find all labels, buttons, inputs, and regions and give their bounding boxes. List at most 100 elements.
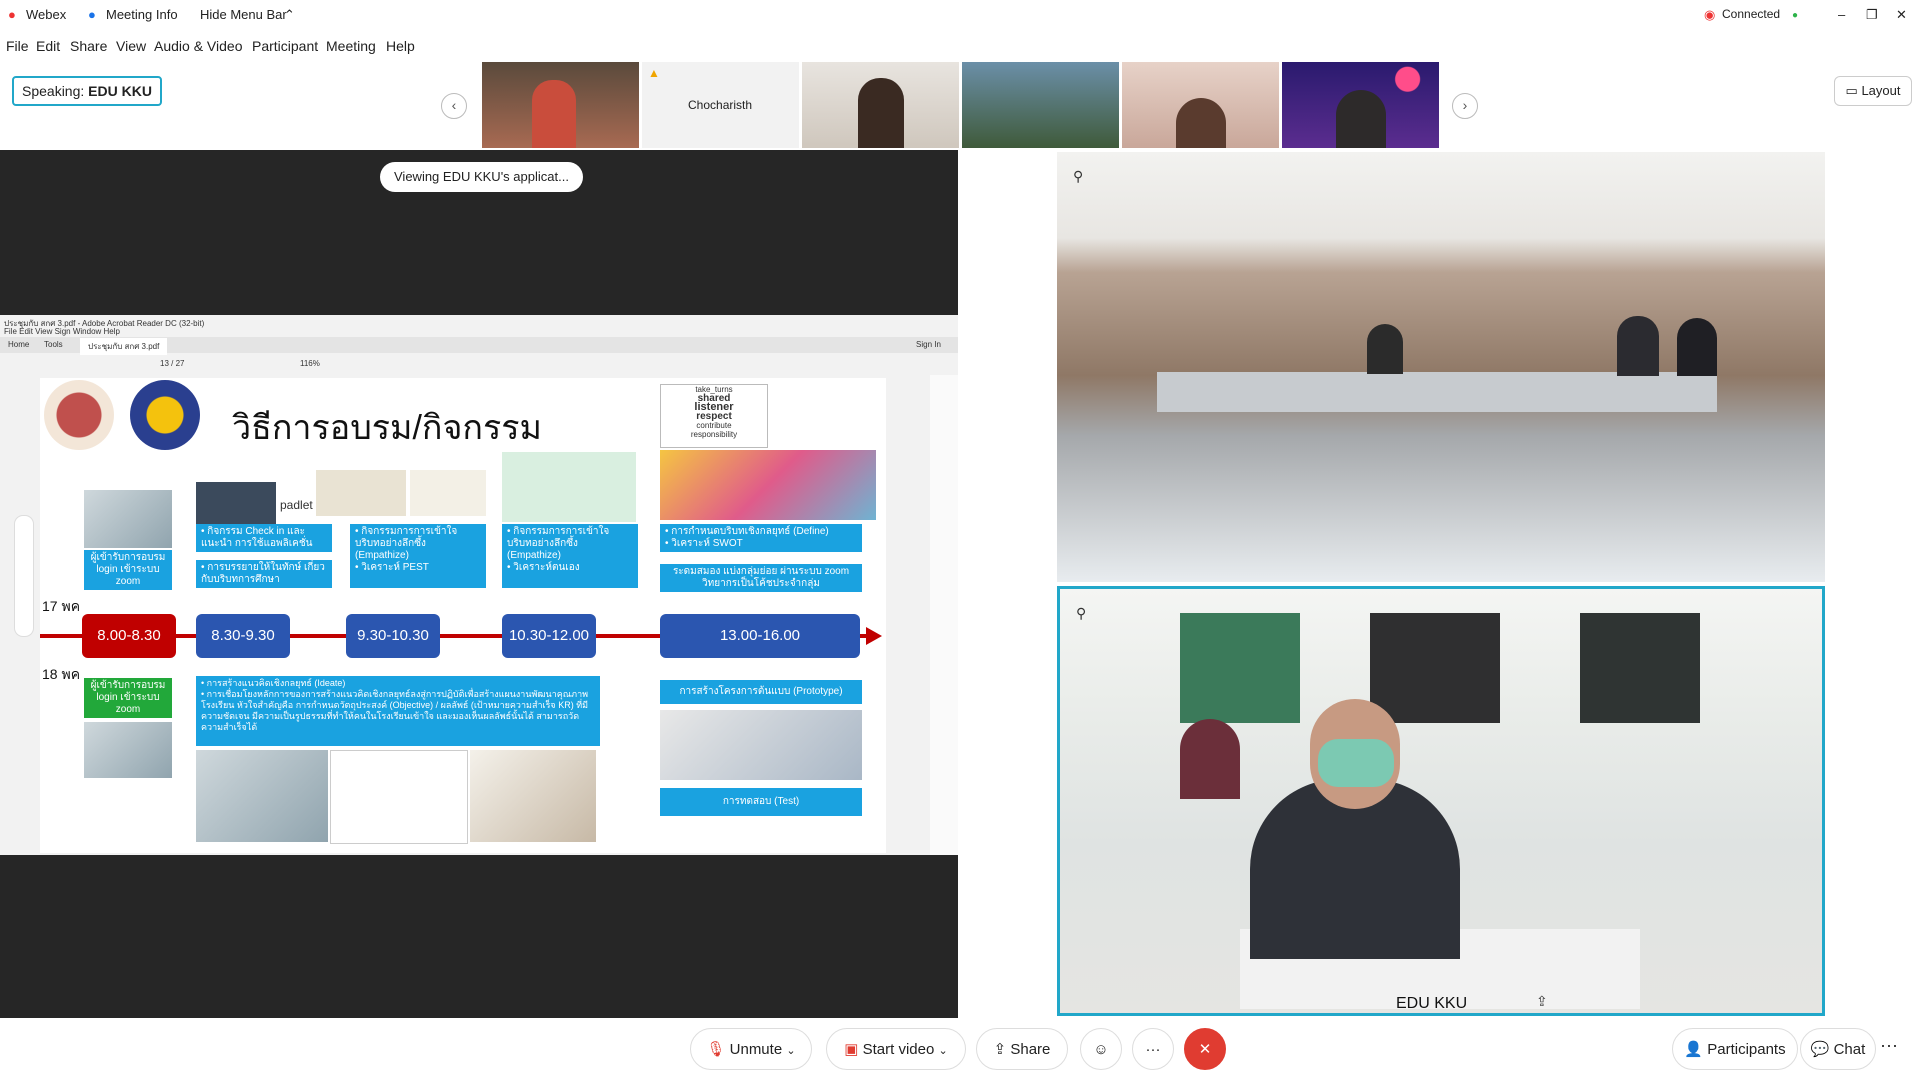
participant-thumbnail[interactable] [802,62,959,148]
day1-label: 17 พค [42,598,81,614]
connection-icon: ◉ [1704,7,1716,22]
acrobat-menu-item[interactable]: Window [73,327,101,336]
acrobat-tab-tools[interactable]: Tools [44,340,63,349]
empathize-pest-box: • กิจกรรมการการเข้าใจ บริบทอย่างลึกซึ้ง … [350,524,486,588]
acrobat-menu-item[interactable]: View [35,327,52,336]
acrobat-menu-item[interactable]: Help [104,327,120,336]
pin-icon[interactable]: ⚲ [1076,605,1086,622]
person-figure [1617,316,1659,376]
chevron-down-icon[interactable]: ⌄ [786,1045,795,1057]
acrobat-tab-home[interactable]: Home [8,340,29,349]
acrobat-menu-item[interactable]: Edit [19,327,33,336]
pin-icon[interactable]: ⚲ [1073,168,1083,185]
login-box-day1: ผู้เข้ารับการอบรม login เข้าระบบ zoom [84,550,172,590]
notes-image [502,452,636,522]
meeting-info-button[interactable]: Meeting Info [106,7,178,22]
council-logo [130,380,200,450]
speaker-name-label: EDU KKU [1396,995,1468,1012]
chevron-left-icon: ‹ [451,97,457,113]
acrobat-menu: File Edit View Sign Window Help [4,327,120,336]
participant-thumbnail[interactable] [962,62,1119,148]
padlet-logo: padlet [280,498,313,512]
participant-thumbnail-named[interactable]: ▲ Chocharisth [642,62,799,148]
page-indicator[interactable]: 13 / 27 [160,359,184,368]
layout-icon: ▭ [1845,83,1858,98]
define-swot-box: • การกำหนดบริบทเชิงกลยุทธ์ (Define) • วิ… [660,524,862,552]
menu-edit[interactable]: Edit [36,38,60,54]
close-icon: ✕ [1198,1041,1212,1058]
okr-table-image [330,750,468,844]
acrobat-sign-in[interactable]: Sign In [916,340,941,349]
menu-share[interactable]: Share [70,38,107,54]
chat-button[interactable]: 💬 Chat [1800,1028,1876,1070]
share-icon: ⇪ [993,1041,1007,1058]
viewing-badge[interactable]: Viewing EDU KKU's applicat... [380,162,583,192]
status-dot-icon: ● [1792,10,1799,21]
participant-thumbnail[interactable] [1282,62,1439,148]
time-pill-2: 8.30-9.30 [196,614,290,658]
acrobat-menu-item[interactable]: File [4,327,17,336]
smiley-icon: ☺ [1093,1041,1109,1058]
time-pill-3: 9.30-10.30 [346,614,440,658]
workshop-photo [196,750,328,842]
participant-name: Chocharisth [688,98,753,112]
unmute-button[interactable]: 🎙 Unmute ⌄ [690,1028,812,1070]
layout-label: Layout [1861,83,1901,98]
participants-button[interactable]: 👤 Participants [1672,1028,1798,1070]
reactions-button[interactable]: ☺ [1080,1028,1122,1070]
acrobat-left-floating-tools[interactable] [14,515,34,637]
acrobat-right-tools [930,375,958,855]
end-meeting-button[interactable]: ✕ [1184,1028,1226,1070]
share-button[interactable]: ⇪ Share [976,1028,1068,1070]
menu-audio-video[interactable]: Audio & Video [154,38,242,54]
share-out-icon[interactable]: ⇪ [1536,993,1548,1010]
close-icon[interactable]: ✕ [1896,7,1907,23]
word-cloud: take_turns shared listener respect contr… [660,384,768,448]
chevron-right-icon: › [1462,97,1468,113]
webex-logo-icon: ● [8,7,16,22]
monitor [1580,613,1700,723]
zoom-level[interactable]: 116% [300,359,320,368]
word-item: contribute [696,421,732,430]
share-label: Share [1010,1041,1051,1058]
menu-meeting[interactable]: Meeting [326,38,376,54]
padlet-board-image [316,470,406,516]
layout-button[interactable]: ▭ Layout [1834,76,1912,106]
login-photo-2 [84,722,172,778]
thumbnails-next-button[interactable]: › [1452,93,1478,119]
acrobat-tab-document[interactable]: ประชุมกับ สกศ 3.pdf [80,338,168,355]
speaking-label: Speaking: [22,83,85,99]
person-figure [1367,324,1403,374]
person-figure [1180,719,1240,799]
restore-icon[interactable]: ❐ [1866,7,1878,23]
participant-thumbnail[interactable] [482,62,639,148]
video-conference-room[interactable]: ⚲ [1057,152,1825,582]
day2-label: 18 พค [42,666,81,682]
more-menu-icon[interactable]: ⋯ [1880,1036,1898,1057]
start-video-label: Start video [862,1041,935,1058]
more-options-button[interactable]: ··· [1132,1028,1174,1070]
unmute-label: Unmute [729,1041,783,1058]
acrobat-menu-item[interactable]: Sign [55,327,71,336]
title-bar: ● Webex ● Meeting Info Hide Menu Bar ⌃ ◉… [0,0,1920,30]
menu-file[interactable]: File [6,38,29,54]
checkin-box: • กิจกรรม Check in และแนะนำ การใช้แอพลิเ… [196,524,332,552]
participant-thumbnail[interactable] [1122,62,1279,148]
menu-participant[interactable]: Participant [252,38,318,54]
thumbnails-prev-button[interactable]: ‹ [441,93,467,119]
hide-menu-bar-button[interactable]: Hide Menu Bar [200,7,287,22]
start-video-button[interactable]: ▣ Start video ⌄ [826,1028,966,1070]
video-active-speaker[interactable]: ⚲ EDU KKU ⇪ [1057,586,1825,1016]
green-board [1180,613,1300,723]
speaking-name: EDU KKU [88,83,152,99]
minimize-icon[interactable]: – [1838,7,1845,22]
zoom-group-box: ระดมสมอง แบ่งกลุ่มย่อย ผ่านระบบ zoom วิท… [660,564,862,592]
slide-title: วิธีการอบรม/กิจกรรม [232,409,542,447]
info-icon: ● [88,7,96,22]
chevron-up-icon[interactable]: ⌃ [284,7,295,23]
menu-help[interactable]: Help [386,38,415,54]
menu-view[interactable]: View [116,38,146,54]
chevron-down-icon[interactable]: ⌄ [939,1045,948,1057]
participant-figure [532,80,576,148]
ideate-box: • การสร้างแนวคิดเชิงกลยุทธ์ (Ideate) • ก… [196,676,600,746]
